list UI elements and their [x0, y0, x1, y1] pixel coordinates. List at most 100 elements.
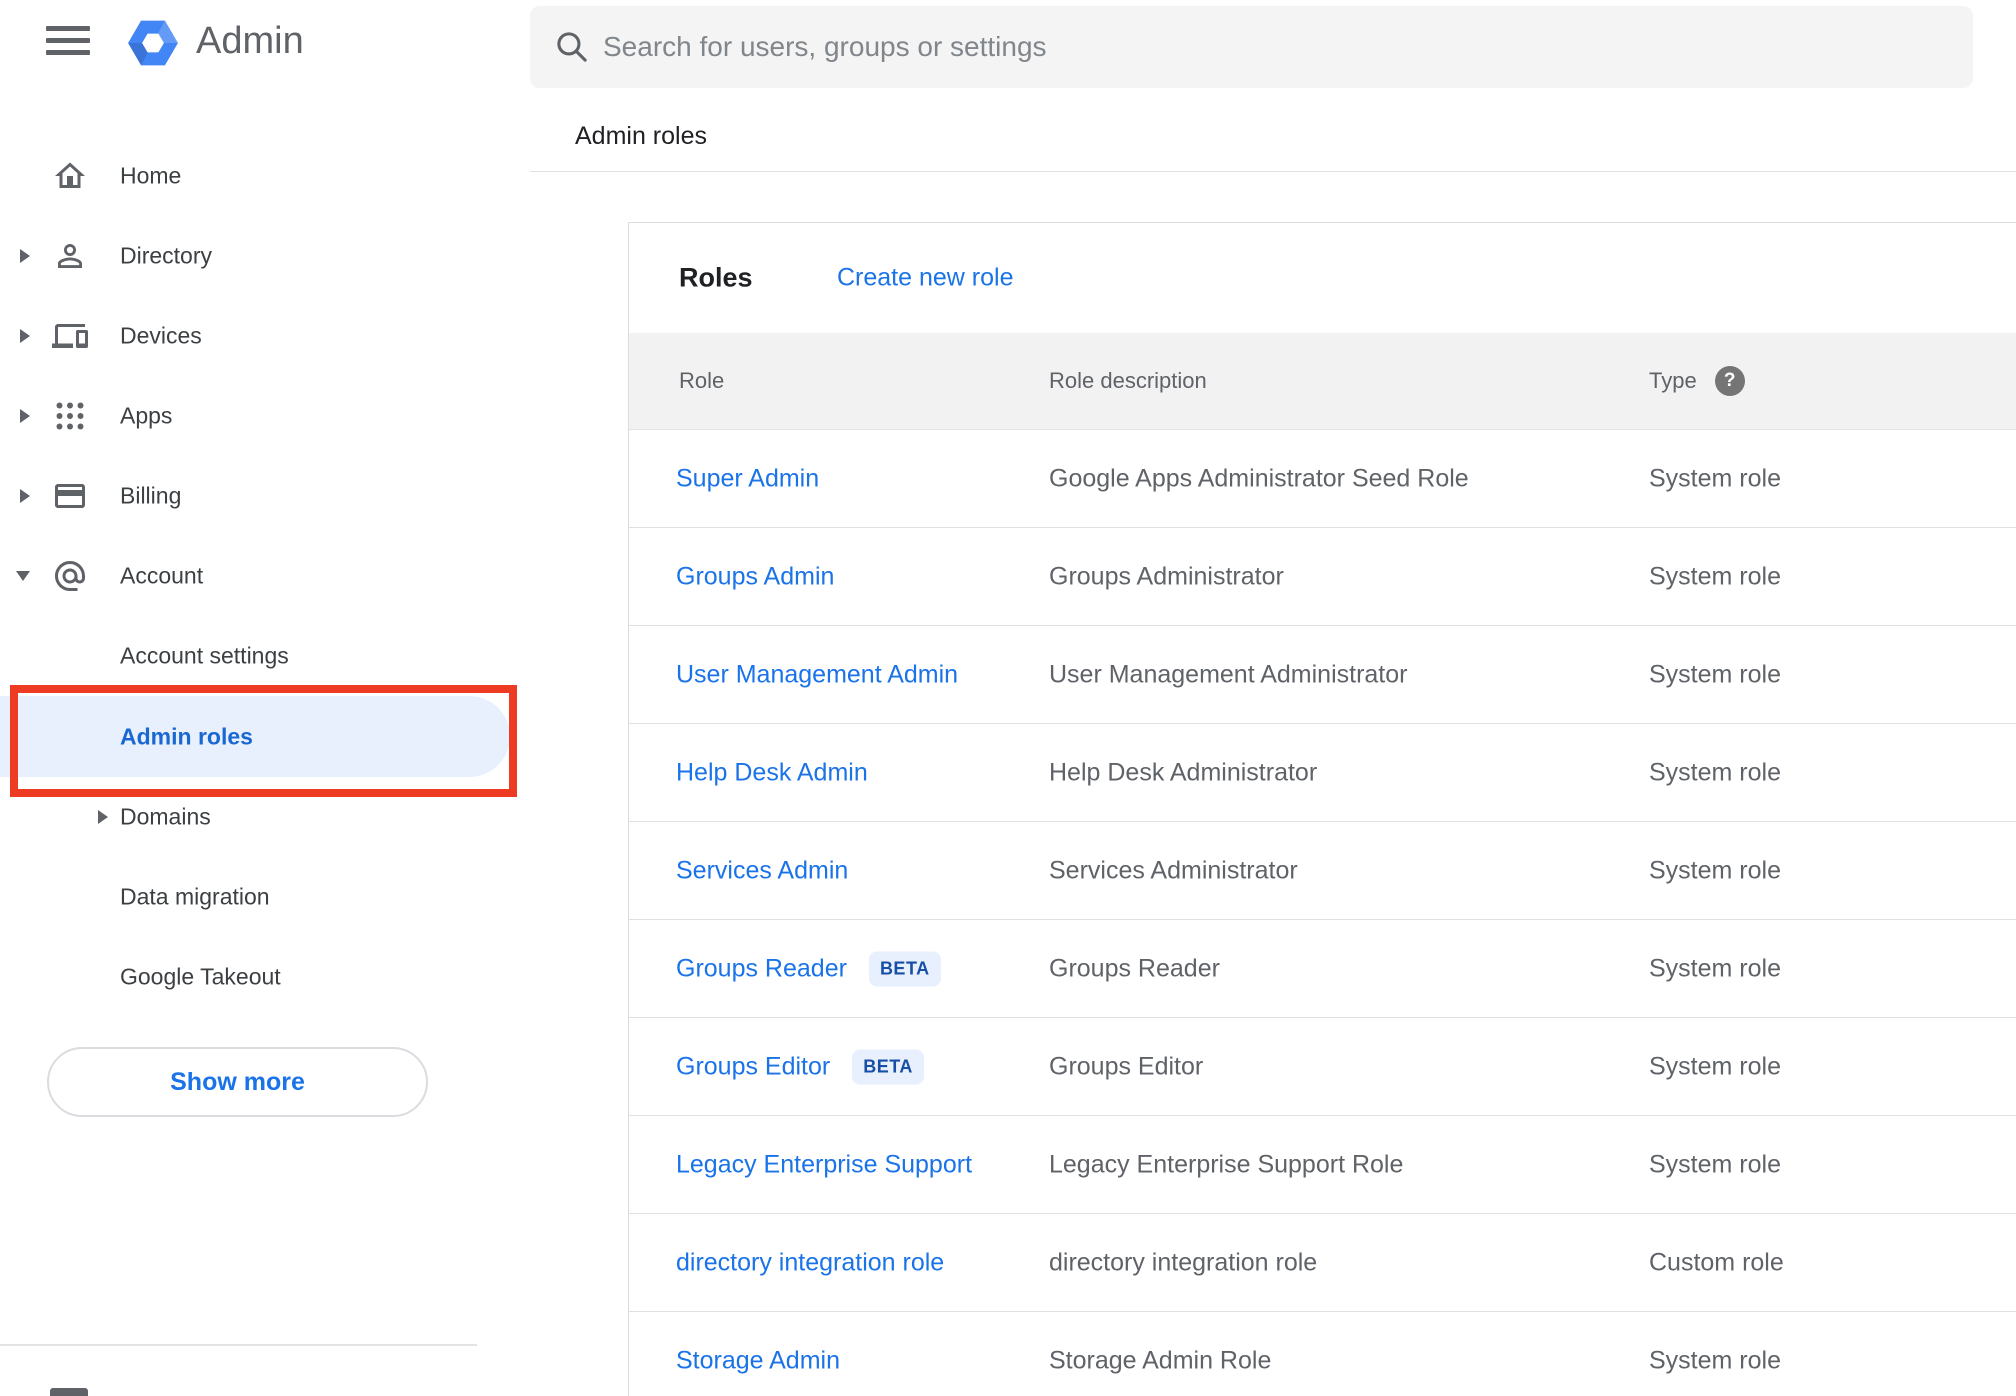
role-description: Storage Admin Role — [1049, 1346, 1272, 1374]
role-cell: Groups Editor BETA — [676, 1049, 924, 1084]
menu-icon[interactable] — [46, 26, 90, 60]
expand-arrow-icon[interactable] — [20, 409, 30, 423]
sidebar-item-label: Google Takeout — [120, 963, 281, 990]
table-row: Groups Editor BETA Groups Editor System rol… — [629, 1018, 2016, 1116]
sidebar-item-apps[interactable]: Apps — [0, 376, 530, 456]
role-description: Groups Reader — [1049, 954, 1220, 982]
sidebar-item-label: Devices — [120, 322, 202, 349]
role-link[interactable]: Legacy Enterprise Support — [676, 1150, 972, 1179]
sidebar-item-data-migration[interactable]: Data migration — [0, 857, 530, 937]
role-description: Help Desk Administrator — [1049, 758, 1318, 786]
admin-logo-icon — [126, 16, 180, 70]
role-cell: Groups Reader BETA — [676, 951, 941, 986]
sidebar-divider — [0, 1344, 477, 1346]
role-type: System role — [1649, 1346, 1781, 1374]
column-header-type: Type ? — [1649, 366, 1745, 396]
header-divider — [530, 171, 2016, 172]
billing-icon — [52, 478, 88, 514]
sidebar-item-label: Billing — [120, 482, 182, 509]
table-row: Super Admin Google Apps Administrator See… — [629, 430, 2016, 528]
search-icon — [557, 32, 587, 62]
table-row: Help Desk Admin Help Desk Administrator Sy… — [629, 724, 2016, 822]
create-new-role-link[interactable]: Create new role — [837, 264, 1013, 293]
sidebar-item-label: Domains — [120, 803, 211, 830]
sidebar-item-label: Home — [120, 162, 182, 189]
table-row: Groups Admin Groups Administrator System r… — [629, 528, 2016, 626]
roles-title: Roles — [679, 262, 753, 293]
main-content: Search for users, groups or settings Adm… — [530, 0, 2016, 1396]
role-link[interactable]: Groups Reader — [676, 954, 847, 983]
role-description: Groups Administrator — [1049, 562, 1284, 590]
table-row: User Management Admin User Management Adm… — [629, 626, 2016, 724]
partial-bottom-icon — [50, 1388, 88, 1396]
sidebar-nav: Home Directory Devices Apps Billing Account Ac… — [0, 136, 530, 1017]
sidebar-header: Admin — [0, 0, 530, 86]
sidebar-item-account[interactable]: Account — [0, 536, 530, 616]
role-link[interactable]: Help Desk Admin — [676, 758, 868, 787]
role-cell: Legacy Enterprise Support — [676, 1150, 972, 1179]
expand-arrow-icon[interactable] — [20, 249, 30, 263]
beta-badge: BETA — [852, 1049, 924, 1084]
sidebar-item-devices[interactable]: Devices — [0, 296, 530, 376]
roles-card-header: Roles Create new role — [629, 223, 2016, 333]
sidebar-item-domains[interactable]: Domains — [0, 777, 530, 857]
role-type: System role — [1649, 1150, 1781, 1178]
role-type: System role — [1649, 954, 1781, 982]
sidebar-item-google-takeout[interactable]: Google Takeout — [0, 937, 530, 1017]
sidebar-item-directory[interactable]: Directory — [0, 216, 530, 296]
role-description: Legacy Enterprise Support Role — [1049, 1150, 1404, 1178]
sidebar-item-label: Apps — [120, 402, 173, 429]
show-more-button[interactable]: Show more — [47, 1047, 428, 1117]
expand-arrow-icon[interactable] — [98, 810, 108, 824]
role-cell: Storage Admin — [676, 1346, 840, 1375]
role-link[interactable]: Services Admin — [676, 856, 848, 885]
role-description: Services Administrator — [1049, 856, 1298, 884]
person-icon — [52, 238, 88, 274]
expand-arrow-icon[interactable] — [20, 329, 30, 343]
sidebar-item-admin-roles[interactable]: Admin roles — [0, 696, 530, 777]
role-type: Custom role — [1649, 1248, 1784, 1276]
role-description: Google Apps Administrator Seed Role — [1049, 464, 1469, 492]
table-row: directory integration role directory inte… — [629, 1214, 2016, 1312]
sidebar-item-billing[interactable]: Billing — [0, 456, 530, 536]
beta-badge: BETA — [868, 951, 941, 986]
table-header-row: Role Role description Type ? — [629, 333, 2016, 430]
table-row: Storage Admin Storage Admin Role System ro… — [629, 1312, 2016, 1396]
sidebar: Admin Home Directory Devices Apps Billing Acc… — [0, 0, 530, 1396]
role-type: System role — [1649, 660, 1781, 688]
role-description: directory integration role — [1049, 1248, 1318, 1276]
role-type: System role — [1649, 856, 1781, 884]
role-link[interactable]: Super Admin — [676, 464, 819, 493]
google-admin-console: Admin Home Directory Devices Apps Billing Acc… — [0, 0, 2016, 1396]
role-link[interactable]: Storage Admin — [676, 1346, 840, 1375]
role-cell: Services Admin — [676, 856, 848, 885]
table-row: Groups Reader BETA Groups Reader System rol… — [629, 920, 2016, 1018]
active-item-pill — [0, 696, 510, 777]
roles-card: Roles Create new role Role Role descript… — [628, 222, 2016, 1396]
sidebar-item-label: Account settings — [120, 642, 289, 669]
role-type: System role — [1649, 758, 1781, 786]
role-link[interactable]: Groups Editor — [676, 1052, 830, 1081]
role-type: System role — [1649, 464, 1781, 492]
sidebar-item-label: Account — [120, 562, 204, 589]
collapse-arrow-icon[interactable] — [16, 571, 30, 581]
home-icon — [52, 158, 88, 194]
sidebar-item-home[interactable]: Home — [0, 136, 530, 216]
sidebar-item-account-settings[interactable]: Account settings — [0, 616, 530, 696]
role-type: System role — [1649, 562, 1781, 590]
role-cell: Help Desk Admin — [676, 758, 868, 787]
at-icon — [52, 558, 88, 594]
search-input[interactable]: Search for users, groups or settings — [530, 6, 1973, 88]
expand-arrow-icon[interactable] — [20, 489, 30, 503]
sidebar-item-label: Admin roles — [120, 723, 253, 749]
role-cell: User Management Admin — [676, 660, 958, 689]
table-row: Legacy Enterprise Support Legacy Enterpri… — [629, 1116, 2016, 1214]
role-link[interactable]: Groups Admin — [676, 562, 834, 591]
role-link[interactable]: User Management Admin — [676, 660, 958, 689]
role-link[interactable]: directory integration role — [676, 1248, 944, 1277]
help-icon[interactable]: ? — [1714, 366, 1745, 396]
role-cell: Groups Admin — [676, 562, 834, 591]
column-header-role: Role — [679, 368, 725, 393]
apps-icon — [52, 398, 88, 434]
app-title: Admin — [196, 20, 304, 62]
